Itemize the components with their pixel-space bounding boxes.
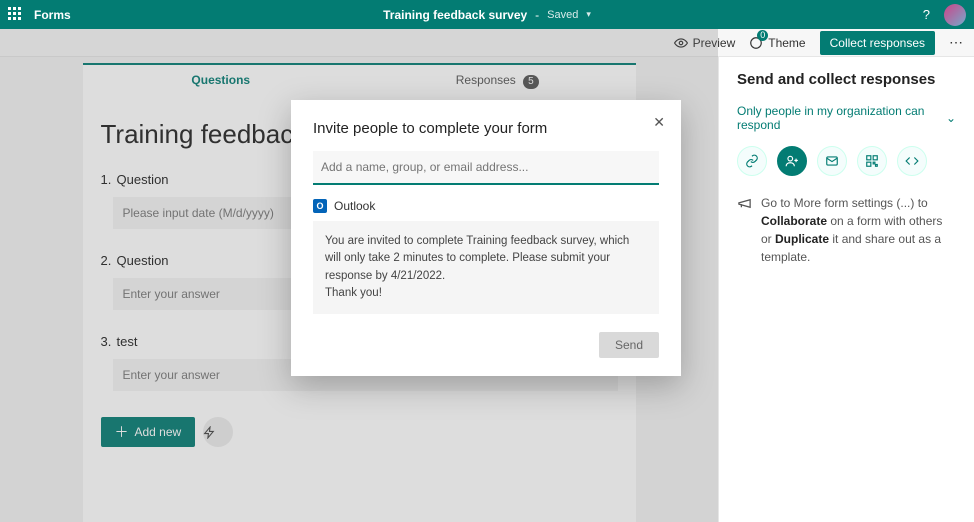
outlook-row[interactable]: O Outlook	[313, 199, 659, 213]
theme-badge: 0	[757, 30, 768, 41]
chevron-down-icon: ⌄	[946, 111, 956, 125]
send-button[interactable]: Send	[599, 332, 659, 358]
theme-button[interactable]: 0 Theme	[749, 36, 805, 50]
document-title[interactable]: Training feedback survey	[383, 8, 527, 22]
tip-text: Go to More form settings (...) to Collab…	[761, 194, 956, 266]
collaborate-tip: Go to More form settings (...) to Collab…	[737, 194, 956, 266]
invite-modal: ✕ Invite people to complete your form O …	[291, 100, 681, 376]
modal-title: Invite people to complete your form	[313, 120, 659, 137]
outlook-label: Outlook	[334, 199, 375, 213]
outlook-icon: O	[313, 199, 327, 213]
theme-label: Theme	[768, 36, 805, 50]
share-mode-icons	[737, 146, 956, 176]
save-status: Saved	[547, 9, 578, 21]
app-launcher-icon[interactable]	[8, 7, 24, 23]
chevron-down-icon[interactable]: ▾	[586, 9, 591, 20]
access-dropdown[interactable]: Only people in my organization can respo…	[737, 98, 956, 146]
megaphone-icon	[737, 194, 753, 266]
link-icon[interactable]	[737, 146, 767, 176]
right-panel: Send and collect responses Only people i…	[718, 57, 974, 522]
close-icon[interactable]: ✕	[653, 114, 665, 131]
app-header: Forms Training feedback survey - Saved ▾…	[0, 0, 974, 29]
title-separator: -	[535, 8, 539, 22]
document-title-group: Training feedback survey - Saved ▾	[383, 8, 591, 22]
avatar[interactable]	[944, 4, 966, 26]
invite-message[interactable]: You are invited to complete Training fee…	[313, 221, 659, 314]
help-icon[interactable]: ?	[923, 7, 930, 22]
email-icon[interactable]	[817, 146, 847, 176]
app-name[interactable]: Forms	[34, 8, 71, 22]
embed-icon[interactable]	[897, 146, 927, 176]
qr-code-icon[interactable]	[857, 146, 887, 176]
palette-icon: 0	[749, 36, 763, 50]
invite-input[interactable]	[313, 151, 659, 185]
collect-responses-button[interactable]: Collect responses	[820, 31, 935, 55]
access-label: Only people in my organization can respo…	[737, 104, 946, 132]
right-panel-title: Send and collect responses	[737, 71, 956, 88]
more-icon[interactable]: ⋯	[949, 34, 964, 51]
invite-people-icon[interactable]	[777, 146, 807, 176]
